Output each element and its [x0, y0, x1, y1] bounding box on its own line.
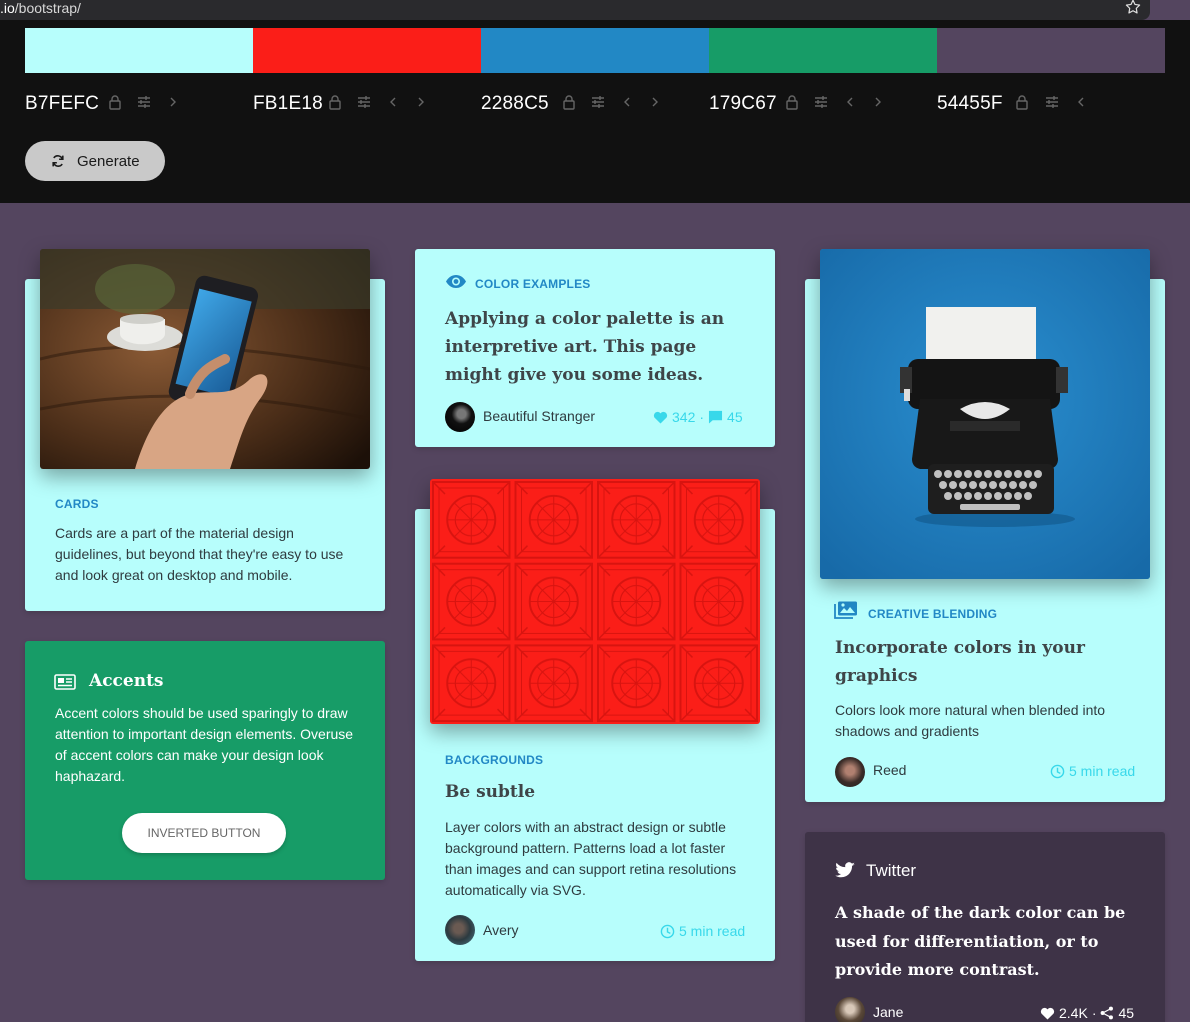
refresh-icon — [52, 155, 64, 167]
author-name[interactable]: Avery — [483, 922, 519, 938]
images-icon — [834, 601, 857, 619]
chevron-right-icon[interactable] — [648, 94, 662, 110]
swatch-3[interactable] — [481, 28, 709, 73]
color-examples-heading: Applying a color palette is an interpret… — [445, 309, 725, 385]
phone-photo — [40, 249, 370, 469]
twitter-card: Twitter A shade of the dark color can be… — [805, 832, 1165, 1022]
lock-icon[interactable] — [785, 94, 799, 110]
read-time-text: 5 min read — [1069, 763, 1136, 779]
adjust-sliders-icon[interactable] — [137, 94, 151, 110]
lock-icon[interactable] — [1015, 94, 1029, 110]
likes-count: 2.4K — [1059, 1005, 1088, 1021]
backgrounds-heading: Be subtle — [445, 782, 536, 802]
adjust-sliders-icon[interactable] — [814, 94, 828, 110]
generate-label: Generate — [77, 152, 140, 170]
backgrounds-body: Layer colors with an abstract design or … — [445, 819, 737, 898]
swatch-5[interactable] — [937, 28, 1165, 73]
clock-icon — [1050, 764, 1065, 778]
comments-count: 45 — [727, 409, 743, 425]
author-name[interactable]: Beautiful Stranger — [483, 408, 595, 424]
adjust-sliders-icon[interactable] — [357, 94, 371, 110]
chevron-left-icon[interactable] — [386, 94, 400, 110]
twitter-bird-icon — [835, 862, 855, 878]
author-name[interactable]: Reed — [873, 762, 906, 778]
swatch-2[interactable] — [253, 28, 481, 73]
palette-bar: B7FEFC FB1E18 2288C5 179C67 54455F Gener… — [0, 20, 1190, 203]
separator: · — [699, 409, 705, 425]
chevron-left-icon[interactable] — [1074, 94, 1088, 110]
typewriter-photo — [820, 249, 1150, 579]
color-code-2[interactable]: FB1E18 — [253, 93, 323, 115]
adjust-sliders-icon[interactable] — [1045, 94, 1059, 110]
color-code-5[interactable]: 54455F — [937, 93, 1003, 115]
newspaper-icon — [54, 674, 76, 690]
color-examples-eyebrow: COLOR EXAMPLES — [475, 277, 591, 291]
engagement-stats: 2.4K · 45 — [1040, 1005, 1134, 1021]
lock-icon[interactable] — [328, 94, 342, 110]
lock-icon[interactable] — [108, 94, 122, 110]
heart-icon[interactable] — [653, 411, 668, 424]
url-text[interactable]: .io/bootstrap/ — [0, 0, 81, 16]
lock-icon[interactable] — [562, 94, 576, 110]
likes-count: 342 — [672, 409, 696, 425]
star-outline-icon[interactable] — [1124, 0, 1142, 16]
author-name[interactable]: Jane — [873, 1004, 903, 1020]
red-pattern-image — [430, 479, 760, 724]
engagement-stats: 342 · 45 — [653, 409, 743, 425]
chevron-right-icon[interactable] — [414, 94, 428, 110]
adjust-sliders-icon[interactable] — [591, 94, 605, 110]
accents-title: Accents — [89, 671, 164, 691]
comment-icon[interactable] — [708, 410, 723, 424]
read-time: 5 min read — [1050, 763, 1135, 779]
chevron-left-icon[interactable] — [843, 94, 857, 110]
read-time-text: 5 min read — [679, 923, 746, 939]
creative-blending-heading: Incorporate colors in your graphics — [835, 638, 1085, 686]
shares-count: 45 — [1118, 1005, 1135, 1021]
browser-url-bar[interactable]: .io/bootstrap/ — [0, 0, 1150, 20]
color-code-4[interactable]: 179C67 — [709, 93, 777, 115]
avatar[interactable] — [445, 915, 475, 945]
separator: · — [1091, 1005, 1097, 1021]
read-time: 5 min read — [660, 923, 745, 939]
share-icon[interactable] — [1100, 1006, 1114, 1020]
avatar[interactable] — [445, 402, 475, 432]
avatar[interactable] — [835, 757, 865, 787]
clock-icon — [660, 924, 675, 938]
cards-eyebrow: CARDS — [55, 497, 99, 511]
swatch-1[interactable] — [25, 28, 253, 73]
avatar[interactable] — [835, 997, 865, 1022]
color-code-3[interactable]: 2288C5 — [481, 93, 549, 115]
creative-blending-eyebrow: CREATIVE BLENDING — [868, 607, 998, 621]
chevron-left-icon[interactable] — [620, 94, 634, 110]
creative-blending-body: Colors look more natural when blended in… — [835, 702, 1106, 739]
inverted-button[interactable]: INVERTED BUTTON — [122, 813, 286, 853]
color-examples-card: COLOR EXAMPLES Applying a color palette … — [415, 249, 775, 447]
chevron-right-icon[interactable] — [871, 94, 885, 110]
chevron-right-icon[interactable] — [166, 94, 180, 110]
twitter-heading: A shade of the dark color can be used fo… — [835, 903, 1126, 979]
heart-icon[interactable] — [1040, 1007, 1055, 1020]
color-code-1[interactable]: B7FEFC — [25, 93, 99, 115]
swatch-4[interactable] — [709, 28, 937, 73]
eye-icon — [446, 275, 466, 288]
accents-card: Accents Accent colors should be used spa… — [25, 641, 385, 880]
generate-button[interactable]: Generate — [25, 141, 165, 181]
backgrounds-eyebrow: BACKGROUNDS — [445, 753, 544, 767]
twitter-title: Twitter — [866, 861, 917, 880]
cards-body: Cards are a part of the material design … — [55, 525, 344, 583]
accents-body: Accent colors should be used sparingly t… — [55, 705, 354, 784]
